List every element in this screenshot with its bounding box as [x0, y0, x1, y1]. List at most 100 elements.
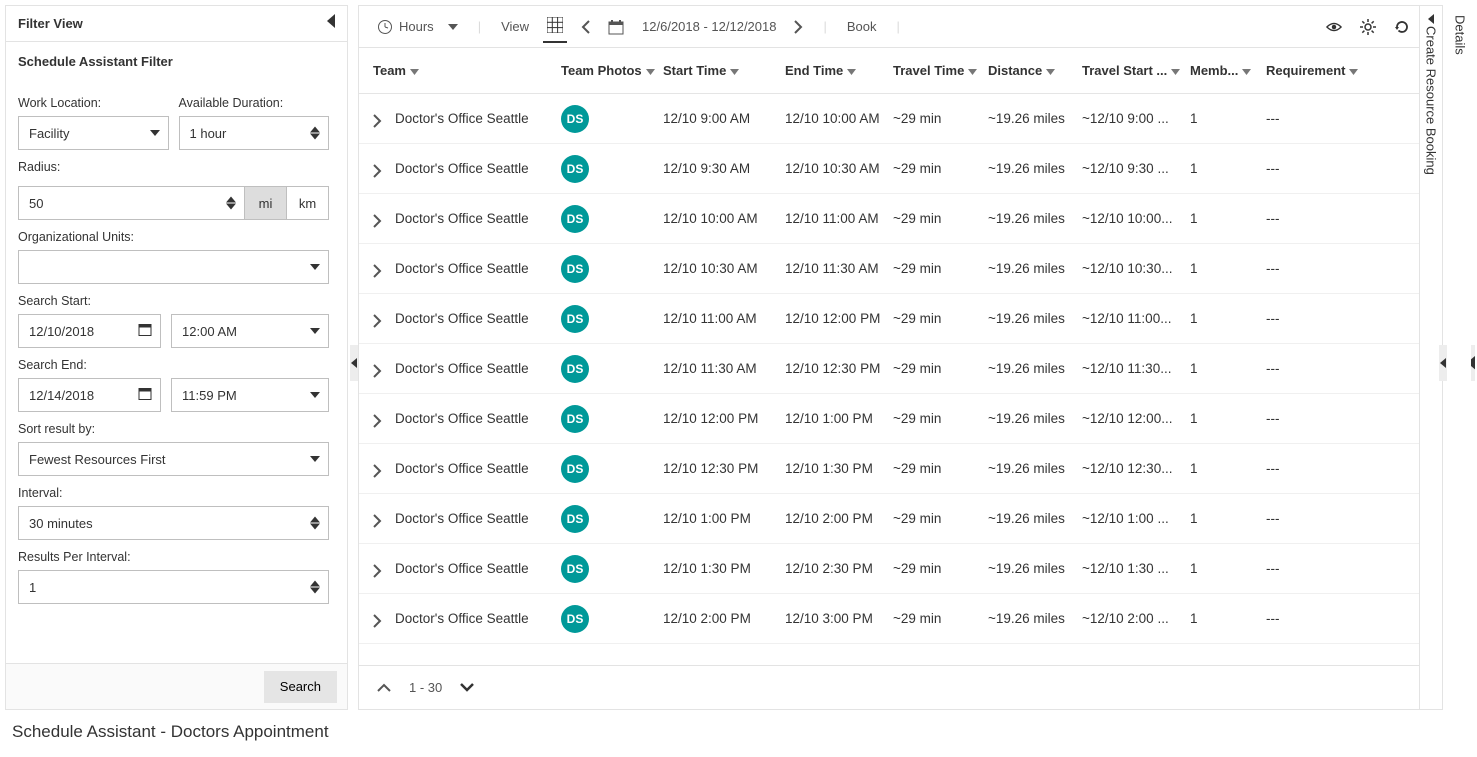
cell-photo: DS [561, 255, 663, 283]
col-end-time[interactable]: End Time [785, 63, 893, 78]
team-name: Doctor's Office Seattle [395, 211, 529, 226]
expand-row-icon[interactable] [373, 614, 383, 624]
col-distance[interactable]: Distance [988, 63, 1082, 78]
expand-row-icon[interactable] [373, 414, 383, 424]
table-row[interactable]: Doctor's Office Seattle DS 12/10 10:00 A… [359, 194, 1428, 244]
calendar-button[interactable] [604, 15, 628, 39]
col-members[interactable]: Memb... [1190, 63, 1266, 78]
cell-distance: ~19.26 miles [988, 211, 1082, 226]
team-avatar: DS [561, 155, 589, 183]
search-start-time-value: 12:00 AM [182, 324, 237, 339]
date-range[interactable]: 12/6/2018 - 12/12/2018 [638, 15, 780, 38]
sort-select[interactable]: Fewest Resources First [18, 442, 329, 476]
grid-header: Team Team Photos Start Time End Time Tra… [359, 48, 1428, 94]
expand-row-icon[interactable] [373, 564, 383, 574]
results-per-interval-input[interactable]: 1 [18, 570, 329, 604]
table-row[interactable]: Doctor's Office Seattle DS 12/10 9:00 AM… [359, 94, 1428, 144]
expand-row-icon[interactable] [373, 364, 383, 374]
visibility-button[interactable] [1322, 15, 1346, 39]
cell-distance: ~19.26 miles [988, 261, 1082, 276]
next-range-button[interactable] [790, 16, 807, 38]
hours-dropdown[interactable]: Hours [373, 15, 462, 39]
settings-button[interactable] [1356, 15, 1380, 39]
cell-distance: ~19.26 miles [988, 611, 1082, 626]
expand-row-icon[interactable] [373, 464, 383, 474]
expand-row-icon[interactable] [373, 114, 383, 124]
table-row[interactable]: Doctor's Office Seattle DS 12/10 12:00 P… [359, 394, 1428, 444]
work-location-value: Facility [29, 126, 69, 141]
cell-team: Doctor's Office Seattle [373, 411, 561, 426]
right-panel-collapse-handle[interactable] [1439, 345, 1447, 381]
search-start-date[interactable]: 12/10/2018 [18, 314, 161, 348]
col-team[interactable]: Team [373, 63, 561, 78]
cell-photo: DS [561, 605, 663, 633]
work-location-label: Work Location: [18, 96, 169, 110]
table-row[interactable]: Doctor's Office Seattle DS 12/10 11:00 A… [359, 294, 1428, 344]
col-photos[interactable]: Team Photos [561, 63, 663, 78]
table-row[interactable]: Doctor's Office Seattle DS 12/10 9:30 AM… [359, 144, 1428, 194]
expand-row-icon[interactable] [373, 264, 383, 274]
collapse-all-button[interactable] [377, 680, 391, 695]
cell-requirement: --- [1266, 261, 1366, 276]
cell-requirement: --- [1266, 411, 1366, 426]
table-row[interactable]: Doctor's Office Seattle DS 12/10 11:30 A… [359, 344, 1428, 394]
cell-start-time: 12/10 11:00 AM [663, 311, 785, 326]
cell-travel-start: ~12/10 9:30 ... [1082, 161, 1190, 176]
table-row[interactable]: Doctor's Office Seattle DS 12/10 1:30 PM… [359, 544, 1428, 594]
details-rail[interactable]: Details [1449, 5, 1471, 710]
unit-mi-button[interactable]: mi [245, 186, 287, 220]
col-start-time[interactable]: Start Time [663, 63, 785, 78]
expand-all-button[interactable] [460, 680, 474, 695]
filter-subtitle: Schedule Assistant Filter [6, 42, 347, 80]
calendar-icon [138, 387, 152, 404]
cell-members: 1 [1190, 161, 1266, 176]
col-travel-time[interactable]: Travel Time [893, 63, 988, 78]
sort-icon [968, 63, 977, 78]
search-end-date[interactable]: 12/14/2018 [18, 378, 161, 412]
collapse-filter-icon[interactable] [327, 14, 335, 33]
search-button[interactable]: Search [264, 671, 337, 703]
expand-row-icon[interactable] [373, 164, 383, 174]
expand-row-icon[interactable] [373, 214, 383, 224]
cell-photo: DS [561, 555, 663, 583]
team-name: Doctor's Office Seattle [395, 261, 529, 276]
prev-range-button[interactable] [577, 16, 594, 38]
team-name: Doctor's Office Seattle [395, 461, 529, 476]
table-row[interactable]: Doctor's Office Seattle DS 12/10 12:30 P… [359, 444, 1428, 494]
col-requirement[interactable]: Requirement [1266, 63, 1366, 78]
panel-collapse-handle[interactable] [350, 345, 358, 381]
refresh-button[interactable] [1390, 15, 1414, 39]
unit-km-button[interactable]: km [287, 186, 329, 220]
table-row[interactable]: Doctor's Office Seattle DS 12/10 2:00 PM… [359, 594, 1428, 644]
interval-input[interactable]: 30 minutes [18, 506, 329, 540]
available-duration-input[interactable]: 1 hour [179, 116, 330, 150]
cell-members: 1 [1190, 361, 1266, 376]
team-name: Doctor's Office Seattle [395, 411, 529, 426]
grid-view-button[interactable] [543, 13, 567, 43]
page-range: 1 - 30 [409, 680, 442, 695]
work-location-select[interactable]: Facility [18, 116, 169, 150]
expand-row-icon[interactable] [373, 514, 383, 524]
cell-distance: ~19.26 miles [988, 311, 1082, 326]
cell-distance: ~19.26 miles [988, 511, 1082, 526]
table-row[interactable]: Doctor's Office Seattle DS 12/10 1:00 PM… [359, 494, 1428, 544]
cell-photo: DS [561, 155, 663, 183]
table-row[interactable]: Doctor's Office Seattle DS 12/10 10:30 A… [359, 244, 1428, 294]
radius-input[interactable]: 50 [18, 186, 245, 220]
col-travel-start[interactable]: Travel Start ... [1082, 63, 1190, 78]
radius-label: Radius: [18, 160, 329, 174]
search-start-time[interactable]: 12:00 AM [171, 314, 329, 348]
cell-start-time: 12/10 10:00 AM [663, 211, 785, 226]
team-avatar: DS [561, 555, 589, 583]
search-end-time[interactable]: 11:59 PM [171, 378, 329, 412]
chevron-left-icon [581, 20, 590, 34]
search-end-date-value: 12/14/2018 [29, 388, 94, 403]
grid-body[interactable]: Doctor's Office Seattle DS 12/10 9:00 AM… [359, 94, 1428, 665]
org-units-select[interactable] [18, 250, 329, 284]
expand-row-icon[interactable] [373, 314, 383, 324]
cell-travel-start: ~12/10 1:30 ... [1082, 561, 1190, 576]
cell-team: Doctor's Office Seattle [373, 111, 561, 126]
sort-icon [1349, 63, 1358, 78]
cell-team: Doctor's Office Seattle [373, 161, 561, 176]
book-button[interactable]: Book [843, 15, 881, 38]
